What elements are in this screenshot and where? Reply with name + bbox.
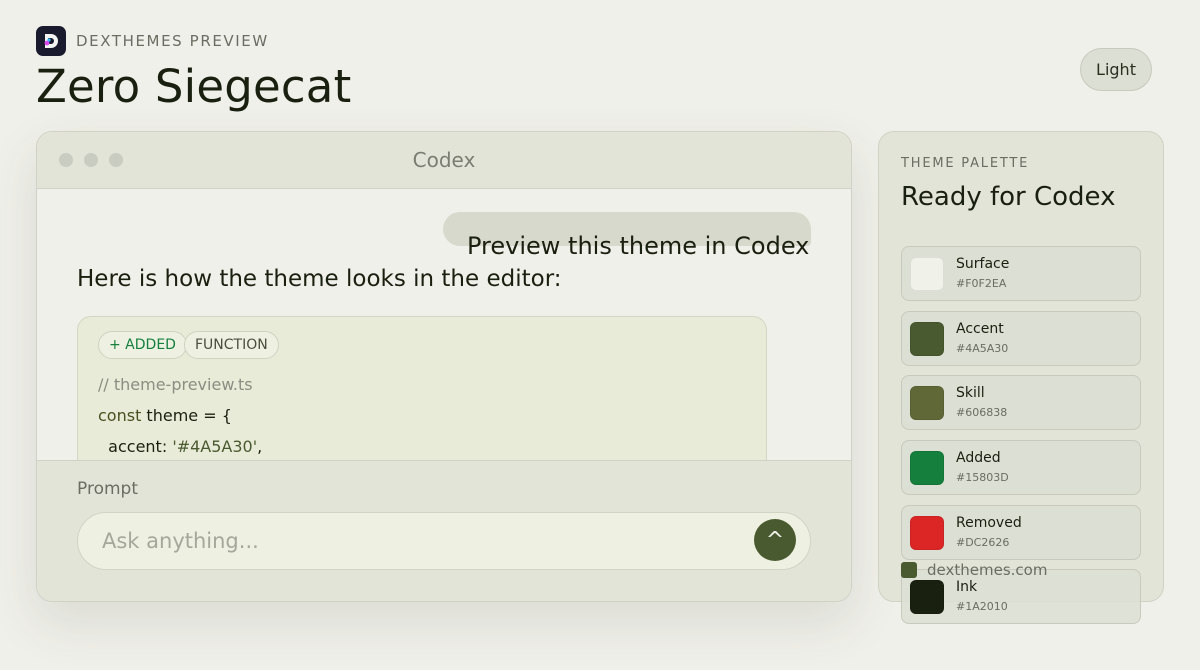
swatch-skill: Skill #606838 xyxy=(901,375,1141,430)
swatch-chip xyxy=(910,257,944,291)
code-comment-line: // theme-preview.ts xyxy=(98,375,253,394)
footer-site-text: dexthemes.com xyxy=(927,561,1048,579)
swatch-chip xyxy=(910,386,944,420)
tag-function: FUNCTION xyxy=(184,331,279,359)
tag-added: + ADDED xyxy=(98,331,187,359)
theme-palette-panel: THEME PALETTE Ready for Codex Surface #F… xyxy=(878,131,1164,624)
swatch-name: Accent xyxy=(956,321,1004,337)
swatch-name: Added xyxy=(956,450,1001,466)
swatch-hex: #606838 xyxy=(956,406,1008,419)
swatch-name: Removed xyxy=(956,515,1022,531)
swatch-hex: #4A5A30 xyxy=(956,342,1009,355)
code-line-accent: accent: '#4A5A30', xyxy=(98,437,262,456)
theme-mode-toggle[interactable]: Light xyxy=(1080,48,1152,91)
swatch-hex: #F0F2EA xyxy=(956,277,1007,290)
swatch-chip xyxy=(910,451,944,485)
brand-label: DEXTHEMES PREVIEW xyxy=(76,32,269,50)
assistant-message: Here is how the theme looks in the edito… xyxy=(77,266,562,292)
prompt-area: Prompt ^ xyxy=(37,460,851,601)
swatch-added: Added #15803D xyxy=(901,440,1141,495)
swatch-chip xyxy=(910,516,944,550)
code-keyword: const xyxy=(98,406,142,425)
footer-site-link[interactable]: dexthemes.com xyxy=(901,561,1047,579)
codex-window: Codex Preview this theme in Codex Here i… xyxy=(36,131,852,602)
code-text: theme = { xyxy=(141,406,232,425)
code-key: accent: xyxy=(98,437,173,456)
swatch-chip xyxy=(910,322,944,356)
swatch-accent: Accent #4A5A30 xyxy=(901,311,1141,366)
swatch-hex: #1A2010 xyxy=(956,600,1008,613)
swatch-removed: Removed #DC2626 xyxy=(901,505,1141,560)
code-string: '#4A5A30' xyxy=(172,437,258,456)
swatch-name: Surface xyxy=(956,256,1010,272)
brand-header: DEXTHEMES PREVIEW xyxy=(36,26,269,56)
swatch-name: Skill xyxy=(956,385,985,401)
prompt-input[interactable] xyxy=(77,512,811,570)
swatch-hex: #15803D xyxy=(956,471,1009,484)
swatch-surface: Surface #F0F2EA xyxy=(901,246,1141,301)
palette-title: Ready for Codex xyxy=(901,182,1116,212)
swatch-hex: #DC2626 xyxy=(956,536,1010,549)
swatch-chip xyxy=(910,580,944,614)
palette-eyebrow: THEME PALETTE xyxy=(901,156,1030,171)
site-badge-icon xyxy=(901,562,917,578)
code-line-const: const theme = { xyxy=(98,406,232,425)
prompt-label: Prompt xyxy=(77,479,138,499)
send-button[interactable]: ^ xyxy=(754,519,796,561)
page-title: Zero Siegecat xyxy=(36,60,352,113)
dexthemes-logo-icon xyxy=(36,26,66,56)
user-message: Preview this theme in Codex xyxy=(467,232,810,260)
swatch-name: Ink xyxy=(956,579,978,595)
window-title: Codex xyxy=(412,148,476,172)
code-punct: , xyxy=(257,437,263,456)
window-titlebar: Codex xyxy=(37,132,851,189)
send-arrow-icon: ^ xyxy=(765,527,785,553)
